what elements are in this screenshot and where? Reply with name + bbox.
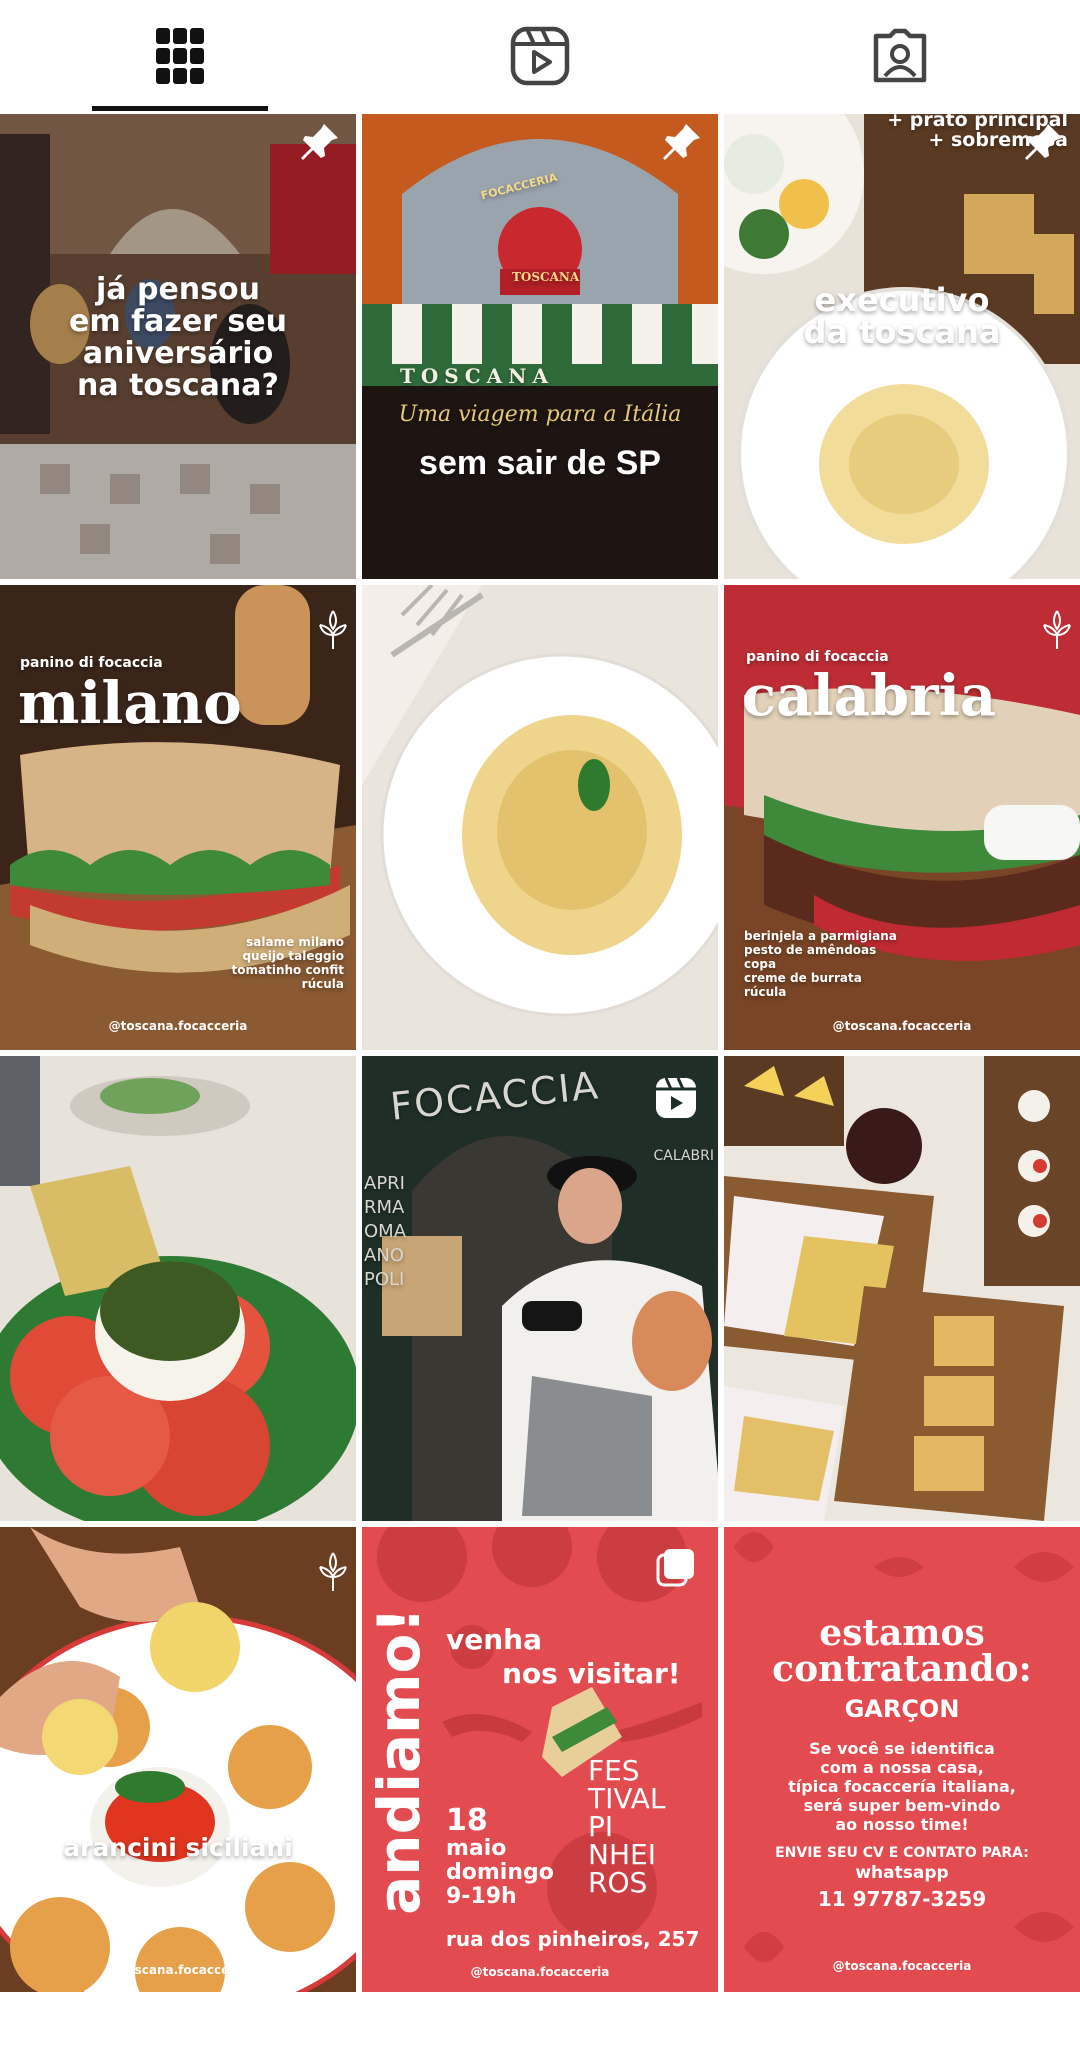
festival-text: PI (588, 1810, 614, 1843)
event-day: 18 (446, 1803, 488, 1838)
post-body-line: com a nossa casa, (820, 1758, 984, 1777)
sign-name: TOSCANA (512, 270, 580, 284)
post-title: arancini siciliani (63, 1833, 293, 1862)
ingredient: copa (744, 957, 777, 971)
post-tile-andiamo[interactable]: andiamo! venha nos visitar! 18 maio domi… (362, 1527, 718, 1992)
post-handle: @toscana.focacceria (108, 1019, 248, 1033)
ingredient: rúcula (301, 977, 344, 991)
reels-icon (510, 26, 570, 86)
reel-indicator-icon (656, 1077, 696, 1118)
post-tile-arancini[interactable]: arancini siciliani @toscana.focacceria (0, 1527, 356, 1992)
festival-text: ROS (588, 1866, 648, 1899)
post-tile-milano[interactable]: panino di focaccia milano salame milano … (0, 585, 356, 1050)
post-title: estamos (819, 1612, 985, 1654)
post-tile-hiring[interactable]: estamos contratando: GARÇON Se você se i… (724, 1527, 1080, 1992)
post-phone: 11 97787-3259 (817, 1887, 987, 1911)
headline: sem sair de SP (419, 444, 661, 482)
post-headline-line: na toscana? (77, 368, 279, 403)
active-tab-indicator (92, 106, 268, 111)
post-title: contratando: (772, 1648, 1032, 1690)
ingredient: pesto de amêndoas (744, 943, 877, 957)
post-headline: nos visitar! (502, 1657, 681, 1690)
tab-grid[interactable] (0, 0, 360, 112)
ingredient: creme de burrata (744, 971, 862, 985)
post-title: executivo (814, 281, 990, 319)
wall-text: CALABRI (653, 1148, 714, 1164)
ingredient: tomatinho confit (231, 963, 344, 977)
post-body-line: típica focaccería italiana, (788, 1777, 1016, 1796)
post-tile-focaccia-burrata[interactable] (0, 1056, 356, 1521)
pin-icon (301, 124, 338, 160)
post-photo (0, 1056, 356, 1521)
post-headline-line: em fazer seu (69, 304, 287, 339)
post-photo (362, 585, 718, 1050)
brand-flower-icon (1043, 610, 1071, 649)
post-body-line: ao nosso time! (835, 1815, 969, 1834)
festival-text: FES (588, 1754, 640, 1787)
post-tile-calabria[interactable]: panino di focaccia calabria berinjela a … (724, 585, 1080, 1050)
pin-icon (1025, 124, 1062, 160)
post-vertical-title: andiamo! (365, 1607, 433, 1915)
post-title: milano (18, 669, 242, 737)
event-hours: 9-19h (446, 1884, 517, 1909)
post-photo (724, 1056, 1080, 1521)
post-photo (0, 1527, 356, 1992)
post-cta: ENVIE SEU CV E CONTATO PARA: (775, 1845, 1029, 1861)
ingredient: salame milano (246, 935, 344, 949)
post-title: da toscana (803, 313, 1001, 351)
post-headline-line: aniversário (82, 336, 274, 371)
post-headline: venha (446, 1623, 543, 1656)
post-handle: @toscana.focacceria (832, 1019, 972, 1033)
post-tile-executivo[interactable]: + prato principal + sobremesa executivo … (724, 114, 1080, 579)
post-tile-table-spread[interactable] (724, 1056, 1080, 1521)
pin-icon (663, 124, 700, 160)
wall-menu-item: ANO (364, 1245, 404, 1266)
wall-menu-item: APRI (364, 1173, 405, 1194)
carousel-icon (656, 1549, 694, 1587)
festival-text: TIVAL (588, 1782, 666, 1815)
wall-menu-item: RMA (364, 1197, 405, 1218)
post-tile-storefront[interactable]: FOCACCERIA TOSCANA TOSCANA Uma viagem pa… (362, 114, 718, 579)
wall-menu-item: POLI (364, 1269, 405, 1290)
post-tile-reel-kitchen[interactable]: FOCACCIA CALABRI APRI RMA OMA ANO POLI (362, 1056, 718, 1521)
wall-menu-item: OMA (364, 1221, 407, 1242)
event-weekday: domingo (446, 1860, 554, 1885)
ingredient: queijo taleggio (242, 949, 344, 963)
post-body-line: será super bem-vindo (803, 1796, 1001, 1815)
brand-flower-icon (319, 1552, 347, 1591)
post-handle: @toscana.focacceria (470, 1965, 610, 1979)
tagged-user-icon (873, 28, 927, 83)
post-body-line: Se você se identifica (809, 1739, 995, 1758)
grid-icon (156, 28, 204, 84)
post-handle: @toscana.focacceria (108, 1963, 248, 1977)
tagline: Uma viagem para a Itália (398, 402, 682, 427)
event-month: maio (446, 1836, 507, 1861)
post-channel: whatsapp (855, 1863, 949, 1883)
brand-flower-icon (319, 610, 347, 649)
festival-text: NHEI (588, 1838, 656, 1871)
event-address: rua dos pinheiros, 257 (446, 1927, 700, 1951)
post-headline-line: já pensou (96, 272, 260, 307)
ingredient: berinjela a parmigiana (744, 929, 897, 943)
post-tile-pasta[interactable] (362, 585, 718, 1050)
tab-reels[interactable] (360, 0, 720, 112)
profile-tab-bar (0, 0, 1080, 112)
post-handle: @toscana.focacceria (832, 1959, 972, 1973)
post-title: calabria (742, 663, 997, 729)
tab-tagged[interactable] (720, 0, 1080, 112)
awning-text: TOSCANA (400, 364, 554, 388)
job-role: GARÇON (844, 1695, 960, 1723)
post-tile-birthday[interactable]: já pensou em fazer seu aniversário na to… (0, 114, 356, 579)
ingredient: rúcula (744, 985, 787, 999)
